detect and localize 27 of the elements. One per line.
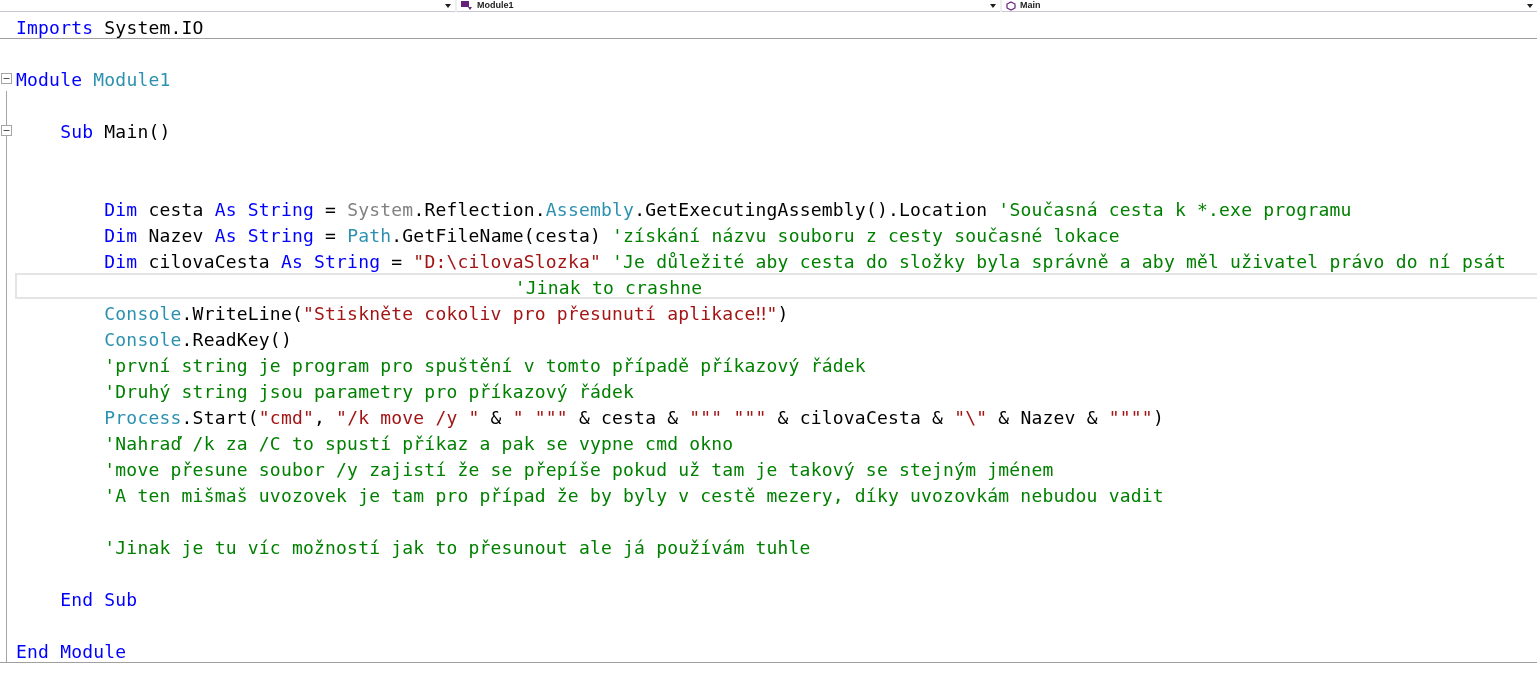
module-icon — [461, 0, 473, 11]
collapse-icon[interactable] — [1, 73, 12, 84]
code-line: Imports System.IO — [15, 16, 205, 38]
dropdown[interactable]: Main — [1002, 0, 1537, 12]
code-line: 'move přesune soubor /y zajistí že se přepíše pokud už tam je takový se stejným jménem — [103, 458, 1055, 481]
code-line: 'A ten mišmaš uvozovek je tam pro případ že by byly v cestě mezery, díky uvozovkám nebudou vadit — [103, 484, 1165, 507]
code-line: Dim Nazev As String = Path.GetFileName(cesta) 'získání názvu souboru z cesty současné lokace — [103, 224, 1121, 247]
caret-icon — [1527, 3, 1533, 8]
cube-icon — [1006, 0, 1016, 11]
code-line: Dim cilovaCesta As String = "D:\cilovaSlozka" 'Je důležité aby cesta do složky byla správně a aby měl uživatel právo do ní psát — [103, 250, 1508, 273]
collapse-icon[interactable] — [1, 125, 12, 136]
caret-icon — [445, 3, 451, 8]
code-line: Console.WriteLine("Stiskněte cokoliv pro přesunutí aplikace‼") — [103, 302, 790, 325]
code-line: End Module — [15, 640, 128, 662]
caret-icon — [990, 3, 996, 8]
code-line: Dim cesta As String = System.Reflection.Assembly.GetExecutingAssembly().Location 'Současná cesta k *.exe programu — [103, 198, 1353, 221]
code-line: 'Druhý string jsou parametry pro příkazový řádek — [103, 380, 636, 403]
code-line: 'Jinak to crashne — [15, 273, 1537, 299]
code-line: End Sub — [59, 588, 139, 611]
code-line: Process.Start("cmd", "/k move /y " & " """ & cesta & """ """ & cilovaCesta & "\" & Nazev & """") — [103, 406, 1165, 429]
code-line: 'Nahraď /k za /C to spustí příkaz a pak se vypne cmd okno — [103, 432, 735, 455]
code-line: Console.ReadKey() — [103, 328, 293, 351]
code-line: Sub Main() — [59, 120, 172, 143]
code-line: 'Jinak je tu víc možností jak to přesunout ale já používám tuhle — [103, 536, 812, 559]
code-line: Module Module1 — [15, 68, 172, 91]
code-line: 'první string je program pro spuštění v tomto případě příkazový řádek — [103, 354, 867, 377]
dropdown[interactable]: Module1 — [457, 0, 1000, 12]
